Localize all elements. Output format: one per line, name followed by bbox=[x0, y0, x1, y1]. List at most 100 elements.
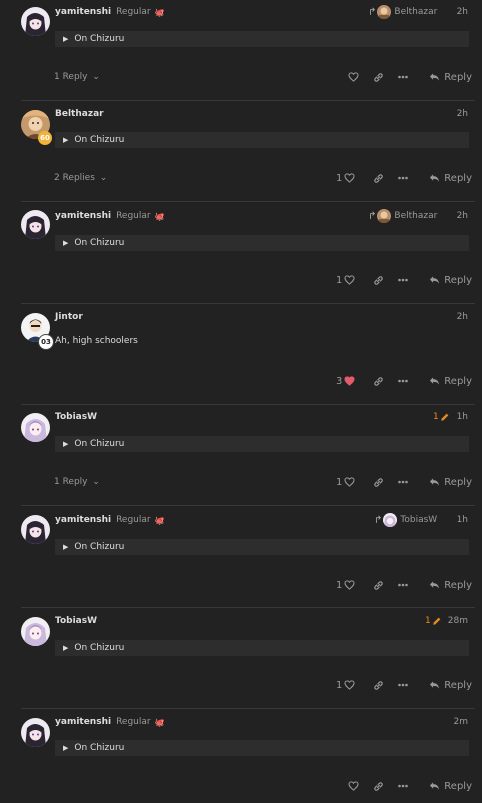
reply-button[interactable]: Reply bbox=[429, 778, 472, 794]
quote-block[interactable]: ▶ On Chizuru bbox=[55, 235, 469, 251]
like-count: 1 bbox=[336, 579, 343, 591]
more-button[interactable] bbox=[398, 577, 408, 593]
like-count: 3 bbox=[336, 375, 343, 387]
like-button[interactable]: 1 bbox=[336, 577, 355, 593]
quote-block[interactable]: ▶ On Chizuru bbox=[55, 31, 469, 47]
post-date[interactable]: 1h bbox=[457, 513, 468, 527]
reply-to-tab[interactable]: ↱ Belthazar bbox=[368, 209, 437, 223]
post-meta: TobiasW bbox=[55, 410, 97, 424]
user-title: Regular bbox=[116, 211, 151, 221]
quote-label: On Chizuru bbox=[74, 238, 125, 248]
link-icon bbox=[374, 680, 383, 690]
share-link-button[interactable] bbox=[373, 474, 384, 490]
quote-block[interactable]: ▶ On Chizuru bbox=[55, 436, 469, 452]
replies-label: 2 Replies bbox=[54, 173, 95, 183]
avatar bbox=[383, 513, 398, 527]
share-link-button[interactable] bbox=[373, 170, 384, 186]
edit-history-button[interactable]: 1 bbox=[433, 410, 450, 424]
post-date[interactable]: 28m bbox=[448, 614, 468, 628]
quote-block[interactable]: ▶ On Chizuru bbox=[55, 640, 469, 656]
post-date[interactable]: 2h bbox=[457, 107, 468, 121]
ellipsis-icon bbox=[398, 75, 408, 79]
reply-arrow-icon bbox=[430, 478, 440, 486]
reply-button[interactable]: Reply bbox=[429, 170, 472, 186]
like-button[interactable]: 1 bbox=[336, 677, 355, 693]
reply-button[interactable]: Reply bbox=[429, 577, 472, 593]
more-button[interactable] bbox=[398, 272, 408, 288]
post-actions: 1 Reply bbox=[330, 272, 472, 288]
quote-label: On Chizuru bbox=[74, 643, 125, 653]
reply-arrow-icon bbox=[430, 73, 440, 81]
reply-to-tab[interactable]: ↱ TobiasW bbox=[374, 513, 437, 527]
reply-to-tab[interactable]: ↱ Belthazar bbox=[368, 5, 437, 19]
more-button[interactable] bbox=[398, 373, 408, 389]
reply-label: Reply bbox=[444, 375, 472, 387]
ellipsis-icon bbox=[398, 583, 408, 587]
share-link-button[interactable] bbox=[373, 373, 384, 389]
username[interactable]: Belthazar bbox=[55, 109, 104, 119]
reply-to-arrow-icon: ↱ bbox=[368, 210, 377, 222]
post-body: Ah, high schoolers bbox=[55, 336, 138, 346]
like-button[interactable] bbox=[346, 778, 359, 794]
post-date[interactable]: 1h bbox=[457, 410, 468, 424]
post-date[interactable]: 2h bbox=[457, 5, 468, 19]
edit-history-button[interactable]: 1 bbox=[425, 614, 442, 628]
ellipsis-icon bbox=[398, 784, 408, 788]
replies-toggle[interactable]: 1 Reply ⌄ bbox=[54, 70, 100, 84]
avatar[interactable] bbox=[21, 515, 50, 544]
more-button[interactable] bbox=[398, 170, 408, 186]
share-link-button[interactable] bbox=[373, 69, 384, 85]
reply-label: Reply bbox=[444, 172, 472, 184]
replies-toggle[interactable]: 1 Reply ⌄ bbox=[54, 475, 100, 489]
share-link-button[interactable] bbox=[373, 778, 384, 794]
edit-count: 1 bbox=[425, 616, 431, 626]
like-button[interactable]: 3 bbox=[336, 373, 355, 389]
reply-button[interactable]: Reply bbox=[429, 272, 472, 288]
quote-block[interactable]: ▶ On Chizuru bbox=[55, 132, 469, 148]
reply-button[interactable]: Reply bbox=[429, 69, 472, 85]
username[interactable]: TobiasW bbox=[55, 616, 97, 626]
username[interactable]: Jintor bbox=[55, 312, 83, 322]
trust-level-badge: 03 bbox=[38, 334, 54, 350]
heart-icon bbox=[344, 680, 355, 690]
avatar[interactable] bbox=[21, 617, 50, 646]
avatar[interactable] bbox=[21, 718, 50, 747]
share-link-button[interactable] bbox=[373, 577, 384, 593]
avatar[interactable] bbox=[21, 413, 50, 442]
user-title: Regular bbox=[116, 515, 151, 525]
quote-block[interactable]: ▶ On Chizuru bbox=[55, 539, 469, 555]
reply-button[interactable]: Reply bbox=[429, 373, 472, 389]
more-button[interactable] bbox=[398, 778, 408, 794]
replies-toggle[interactable]: 2 Replies ⌄ bbox=[54, 171, 107, 185]
username[interactable]: TobiasW bbox=[55, 412, 97, 422]
like-button[interactable]: 1 bbox=[336, 170, 355, 186]
post-date[interactable]: 2h bbox=[457, 310, 468, 324]
pencil-icon bbox=[440, 413, 449, 421]
share-link-button[interactable] bbox=[373, 272, 384, 288]
username[interactable]: yamitenshi bbox=[55, 7, 111, 17]
reply-label: Reply bbox=[444, 780, 472, 792]
user-title: Regular bbox=[116, 7, 151, 17]
avatar[interactable] bbox=[21, 210, 50, 239]
more-button[interactable] bbox=[398, 69, 408, 85]
more-button[interactable] bbox=[398, 474, 408, 490]
username[interactable]: yamitenshi bbox=[55, 515, 111, 525]
post-date[interactable]: 2h bbox=[457, 209, 468, 223]
post-divider bbox=[21, 100, 475, 101]
reply-button[interactable]: Reply bbox=[429, 474, 472, 490]
more-button[interactable] bbox=[398, 677, 408, 693]
avatar[interactable] bbox=[21, 7, 50, 36]
caret-right-icon: ▶ bbox=[63, 744, 69, 752]
post-date[interactable]: 2m bbox=[454, 715, 469, 729]
like-button[interactable] bbox=[346, 69, 359, 85]
share-link-button[interactable] bbox=[373, 677, 384, 693]
quote-block[interactable]: ▶ On Chizuru bbox=[55, 740, 469, 756]
post-actions: Reply bbox=[330, 778, 472, 794]
username[interactable]: yamitenshi bbox=[55, 717, 111, 727]
reply-button[interactable]: Reply bbox=[429, 677, 472, 693]
username[interactable]: yamitenshi bbox=[55, 211, 111, 221]
quote-label: On Chizuru bbox=[74, 439, 125, 449]
reply-to-arrow-icon: ↱ bbox=[374, 514, 383, 526]
like-button[interactable]: 1 bbox=[336, 272, 355, 288]
like-button[interactable]: 1 bbox=[336, 474, 355, 490]
